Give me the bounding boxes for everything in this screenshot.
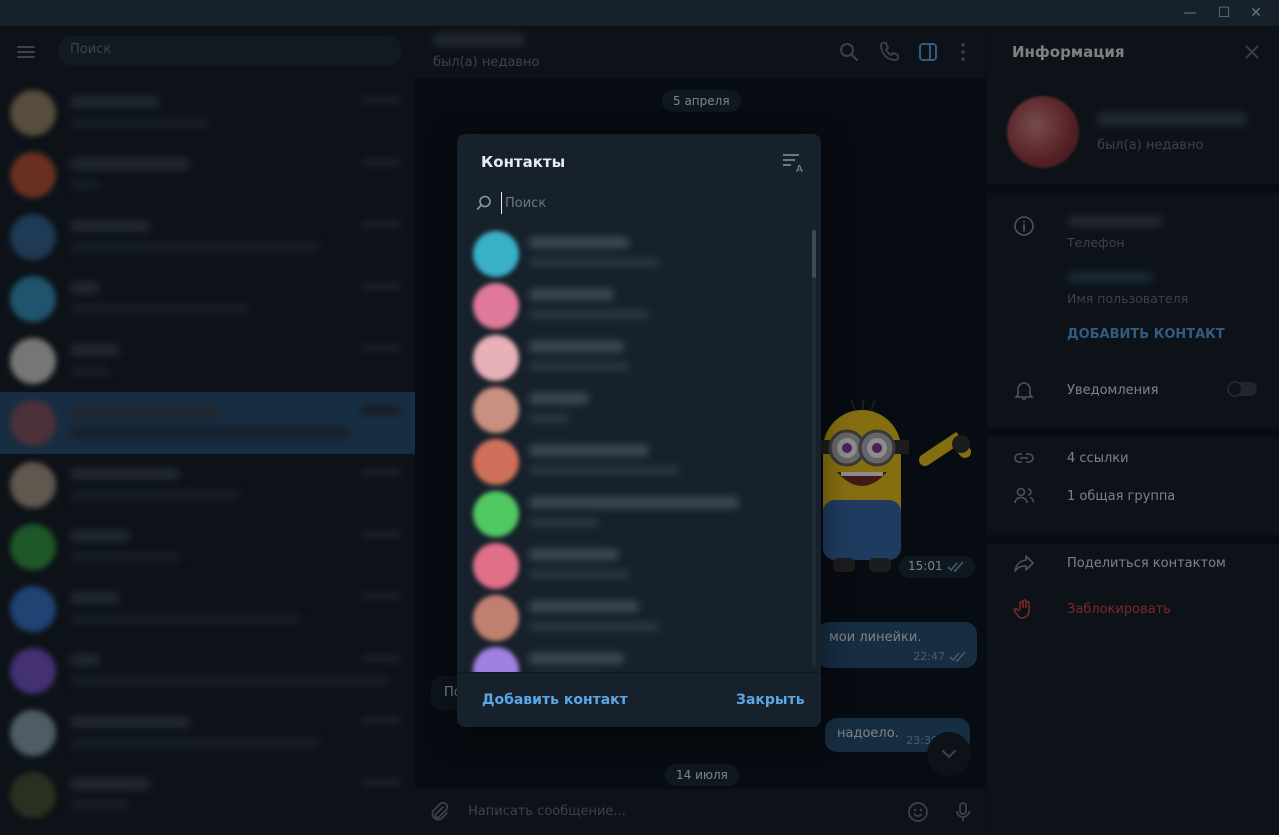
add-contact-button[interactable]: Добавить контакт <box>482 692 628 708</box>
contact-status <box>529 466 679 475</box>
contacts-search-input[interactable] <box>501 192 801 214</box>
contact-name <box>529 549 619 560</box>
contact-list-item[interactable] <box>457 228 807 280</box>
avatar <box>473 283 519 329</box>
avatar <box>473 439 519 485</box>
contact-name <box>529 237 629 248</box>
scrollbar-thumb[interactable] <box>812 230 816 278</box>
contact-list-item[interactable] <box>457 436 807 488</box>
contact-status <box>529 570 629 579</box>
avatar <box>473 595 519 641</box>
avatar <box>473 647 519 672</box>
contact-list-item[interactable] <box>457 332 807 384</box>
close-button[interactable]: Закрыть <box>736 692 805 708</box>
contact-status <box>529 518 599 527</box>
maximize-button[interactable]: ☐ <box>1208 0 1240 26</box>
contact-list-item[interactable] <box>457 592 807 644</box>
contact-status <box>529 310 649 319</box>
contacts-list <box>457 228 821 672</box>
contact-name <box>529 497 739 508</box>
contacts-dialog: Контакты A Добавить контакт Закрыть <box>457 134 821 727</box>
sort-alphabetical-icon[interactable]: A <box>781 150 807 174</box>
avatar <box>473 387 519 433</box>
svg-text:A: A <box>796 164 803 174</box>
contact-list-item[interactable] <box>457 384 807 436</box>
contact-status <box>529 622 659 631</box>
title-bar: — ☐ ✕ <box>0 0 1279 26</box>
minimize-button[interactable]: — <box>1174 0 1206 26</box>
contact-status <box>529 258 659 267</box>
dialog-title: Контакты <box>481 153 566 171</box>
scrollbar-track <box>812 230 816 666</box>
avatar <box>473 231 519 277</box>
contact-status <box>529 362 629 371</box>
contact-list-item[interactable] <box>457 488 807 540</box>
contact-list-item[interactable] <box>457 540 807 592</box>
search-icon <box>476 195 491 210</box>
avatar <box>473 335 519 381</box>
contact-status <box>529 414 569 423</box>
contact-name <box>529 393 589 404</box>
contact-name <box>529 445 649 456</box>
window-close-button[interactable]: ✕ <box>1240 0 1272 26</box>
contact-name <box>529 289 614 300</box>
telegram-window: — ☐ ✕ Поиск был(а) недавно 5 апреля 15:0… <box>0 0 1279 835</box>
avatar <box>473 491 519 537</box>
contact-name <box>529 601 639 612</box>
dialog-footer: Добавить контакт Закрыть <box>457 672 821 727</box>
contact-list-item[interactable] <box>457 644 807 672</box>
contact-name <box>529 341 624 352</box>
contact-list-item[interactable] <box>457 280 807 332</box>
avatar <box>473 543 519 589</box>
contact-name <box>529 653 624 664</box>
